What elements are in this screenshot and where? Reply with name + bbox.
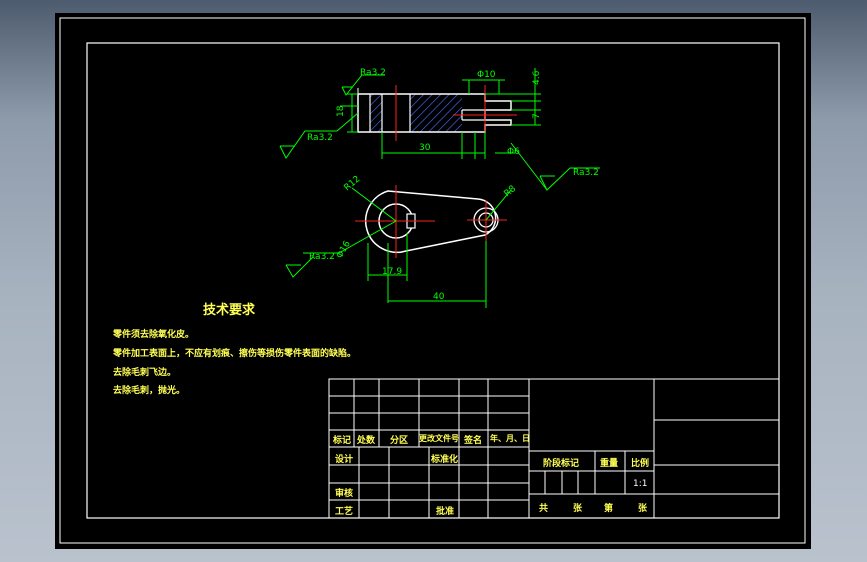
tb-change-doc: 更改文件号 xyxy=(419,434,459,443)
title-block-grid xyxy=(328,378,780,519)
tech-requirements-title: 技术要求 xyxy=(203,303,256,318)
dim-ra-left: Ra3.2 xyxy=(307,133,333,143)
hatch-left xyxy=(370,94,382,132)
tb-review: 审核 xyxy=(335,489,354,499)
top-view: Ra3.2 Ra3.2 18 Φ10 4.6 7 30 Φ6 Ra3.2 xyxy=(279,68,600,191)
dim-hole-10: Φ10 xyxy=(477,70,496,80)
dim-ra-top: Ra3.2 xyxy=(360,68,386,78)
dim-length-30: 30 xyxy=(419,143,431,153)
tb-zone: 分区 xyxy=(390,436,409,446)
tb-stage-mark: 阶段标记 xyxy=(543,459,580,469)
dim-center-40: 40 xyxy=(433,292,445,302)
dim-r12: R12 xyxy=(343,174,363,193)
tb-approve: 批准 xyxy=(436,507,455,517)
tb-weight: 重量 xyxy=(600,459,619,469)
dim-ra-bottom: Ra3.2 xyxy=(309,252,335,262)
drawing-sheet: Ra3.2 Ra3.2 18 Φ10 4.6 7 30 Φ6 Ra3.2 R12… xyxy=(55,13,811,549)
tech-note-4: 去除毛刺，抛光。 xyxy=(113,386,186,396)
tb-sheet-no-suffix: 张 xyxy=(638,504,648,514)
tb-sheet-no: 第 xyxy=(604,504,614,514)
dim-height-18: 18 xyxy=(336,105,346,117)
dim-dia16: Φ16 xyxy=(335,239,353,260)
tb-scale: 比例 xyxy=(631,459,650,469)
dim-small-hole: Φ6 xyxy=(507,147,520,157)
dim-depth-7: 7 xyxy=(532,113,542,119)
tech-note-1: 零件须去除氧化皮。 xyxy=(113,330,195,340)
dim-thickness: 4.6 xyxy=(532,70,542,85)
tech-note-2: 零件加工表面上，不应有划痕、擦伤等损伤零件表面的缺陷。 xyxy=(113,349,357,359)
tech-note-3: 去除毛刺飞边。 xyxy=(113,368,177,378)
tb-design: 设计 xyxy=(335,455,354,465)
tb-process: 工艺 xyxy=(335,507,354,517)
tb-date: 年、月、日 xyxy=(490,434,530,443)
cad-drawing: Ra3.2 Ra3.2 18 Φ10 4.6 7 30 Φ6 Ra3.2 R12… xyxy=(59,17,806,544)
tb-sign: 签名 xyxy=(464,436,483,446)
lever-outline xyxy=(364,190,497,254)
tb-total: 共 xyxy=(539,504,549,514)
tb-standardize: 标准化 xyxy=(431,455,459,465)
tb-sheets: 张 xyxy=(573,504,583,514)
tb-count: 处数 xyxy=(357,436,376,446)
hatch-mid xyxy=(410,94,462,132)
dim-keyway-179: 17.9 xyxy=(382,267,402,277)
tb-scale-value: 1:1 xyxy=(633,479,648,489)
front-view: R12 R8 Φ16 Ra3.2 17.9 40 xyxy=(285,174,518,308)
dim-ra-right: Ra3.2 xyxy=(573,168,599,178)
tb-mark: 标记 xyxy=(333,436,352,446)
